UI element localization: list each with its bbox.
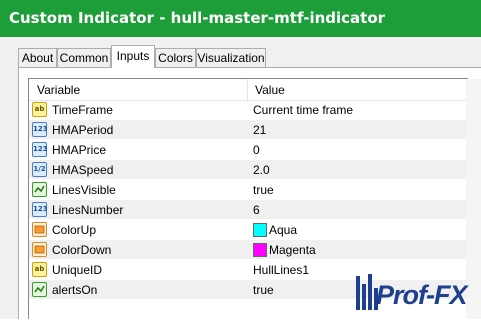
variable-value[interactable]: 6 [253,203,260,217]
integer-type-icon: 123 [32,122,48,137]
color-type-icon [32,222,47,237]
variable-name: HMASpeed [52,163,114,177]
variable-name: HMAPrice [52,143,107,157]
variable-value[interactable]: Magenta [269,243,316,257]
tab-about[interactable]: About [18,48,57,67]
variable-name: LinesNumber [52,203,124,217]
string-type-icon: ab [32,102,47,117]
variable-value[interactable]: Current time frame [253,103,353,117]
column-divider[interactable] [247,79,248,100]
integer-type-icon: 123 [32,202,48,217]
tab-visualization[interactable]: Visualization [196,48,266,67]
variable-name: ColorDown [52,243,112,257]
watermark-text: Prof-FX [376,280,467,310]
table-row[interactable]: ColorUp Aqua [29,220,468,240]
string-type-icon: ab [32,262,47,277]
window-title: Custom Indicator - hull-master-mtf-indic… [9,9,386,27]
table-header: Variable Value [29,79,468,101]
tab-inputs[interactable]: Inputs [111,45,155,68]
variable-name: alertsOn [52,283,98,297]
color-swatch[interactable] [253,243,267,257]
tab-common[interactable]: Common [57,48,111,67]
variable-name: HMAPeriod [52,123,114,137]
color-swatch[interactable] [253,223,267,237]
variable-value[interactable]: true [253,283,274,297]
variable-name: LinesVisible [52,183,116,197]
integer-type-icon: 123 [32,142,48,157]
watermark-logo: Prof-FX [352,270,481,319]
variable-value[interactable]: Aqua [269,223,297,237]
table-row[interactable]: ColorDown Magenta [29,240,468,260]
color-type-icon [32,242,47,257]
variable-value[interactable]: 2.0 [253,163,270,177]
variable-value[interactable]: true [253,183,274,197]
variable-value[interactable]: 21 [253,123,266,137]
title-bar[interactable]: Custom Indicator - hull-master-mtf-indic… [0,0,481,37]
table-row[interactable]: LinesVisible true [29,180,468,200]
variable-name: TimeFrame [52,103,113,117]
table-row[interactable]: ab TimeFrame Current time frame [29,100,468,120]
table-row[interactable]: 123 HMAPrice 0 [29,140,468,160]
tab-colors[interactable]: Colors [155,48,196,67]
table-row[interactable]: 123 LinesNumber 6 [29,200,468,220]
column-header-value[interactable]: Value [255,83,285,97]
bool-type-icon [32,182,47,197]
variable-name: UniqueID [52,263,103,277]
table-row[interactable]: 123 HMAPeriod 21 [29,120,468,140]
bool-type-icon [32,282,47,297]
variable-value[interactable]: 0 [253,143,260,157]
table-row[interactable]: 1/2 HMASpeed 2.0 [29,160,468,180]
variable-value[interactable]: HullLines1 [253,263,309,277]
variable-name: ColorUp [52,223,97,237]
column-header-variable[interactable]: Variable [37,83,80,97]
double-type-icon: 1/2 [32,162,47,177]
